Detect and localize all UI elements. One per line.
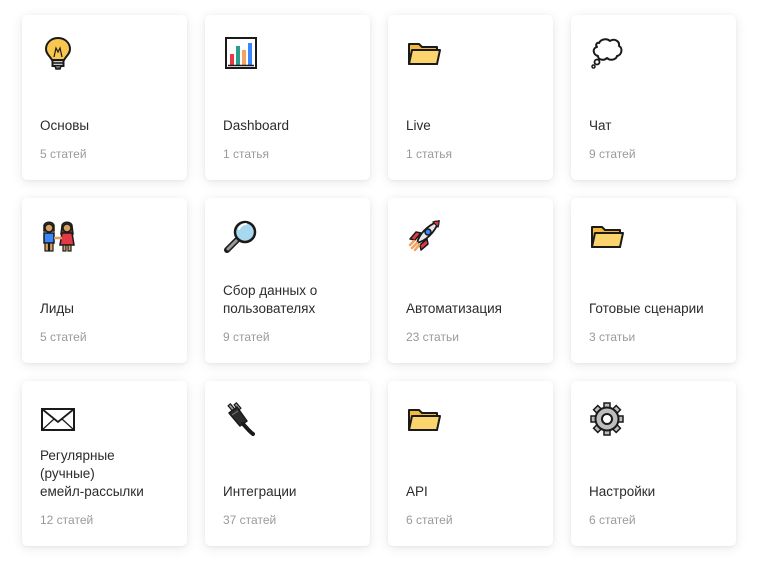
category-title: Интеграции [223, 484, 297, 499]
article-count: 5 статей [40, 330, 87, 344]
article-count: 6 статей [406, 513, 453, 527]
article-count: 1 статья [223, 147, 270, 161]
article-count: 12 статей [40, 513, 94, 527]
category-title: Dashboard [223, 118, 290, 133]
category-title: Автоматизация [406, 301, 502, 316]
category-card-integrations[interactable]: Интеграции 37 статей [205, 381, 370, 546]
article-count: 9 статей [223, 330, 270, 344]
category-card-settings[interactable]: Настройки 6 статей [571, 381, 736, 546]
category-title: Настройки [589, 484, 656, 499]
category-card-chat[interactable]: Чат 9 статей [571, 15, 736, 180]
folder-icon [406, 35, 442, 71]
rocket-icon [406, 218, 442, 254]
folder-icon [589, 218, 625, 254]
category-card-dashboard[interactable]: Dashboard 1 статья [205, 15, 370, 180]
category-title: Лиды [40, 301, 74, 316]
category-card-live[interactable]: Live 1 статья [388, 15, 553, 180]
article-count: 6 статей [589, 513, 636, 527]
plug-icon [223, 401, 259, 437]
category-card-user-data[interactable]: Сбор данных о пользователях 9 статей [205, 198, 370, 363]
people-icon [40, 218, 76, 254]
category-card-automation[interactable]: Автоматизация 23 статьи [388, 198, 553, 363]
category-title: Чат [589, 118, 612, 133]
folder-icon [406, 401, 442, 437]
category-title: Сбор данных о пользователях [223, 283, 318, 316]
category-grid: Основы 5 статей Dashboard 1 статья Live … [22, 15, 736, 546]
speech-bubble-icon [589, 35, 625, 71]
category-title: Live [406, 118, 431, 133]
category-card-api[interactable]: API 6 статей [388, 381, 553, 546]
article-count: 37 статей [223, 513, 277, 527]
article-count: 9 статей [589, 147, 636, 161]
category-title: Регулярные (ручные) емейл-рассылки [40, 448, 144, 499]
category-card-ready-scenarios[interactable]: Готовые сценарии 3 статьи [571, 198, 736, 363]
article-count: 3 статьи [589, 330, 636, 344]
category-title: Готовые сценарии [589, 301, 704, 316]
article-count: 5 статей [40, 147, 87, 161]
magnifier-icon [223, 218, 259, 254]
category-card-email-campaigns[interactable]: Регулярные (ручные) емейл-рассылки 12 ст… [22, 381, 187, 546]
article-count: 1 статья [406, 147, 453, 161]
category-card-leads[interactable]: Лиды 5 статей [22, 198, 187, 363]
category-card-basics[interactable]: Основы 5 статей [22, 15, 187, 180]
gear-icon [589, 401, 625, 437]
article-count: 23 статьи [406, 330, 459, 344]
lightbulb-icon [40, 35, 76, 71]
category-title: Основы [40, 118, 90, 133]
envelope-icon [40, 401, 76, 437]
category-title: API [406, 484, 428, 499]
bar-chart-icon [223, 35, 259, 71]
